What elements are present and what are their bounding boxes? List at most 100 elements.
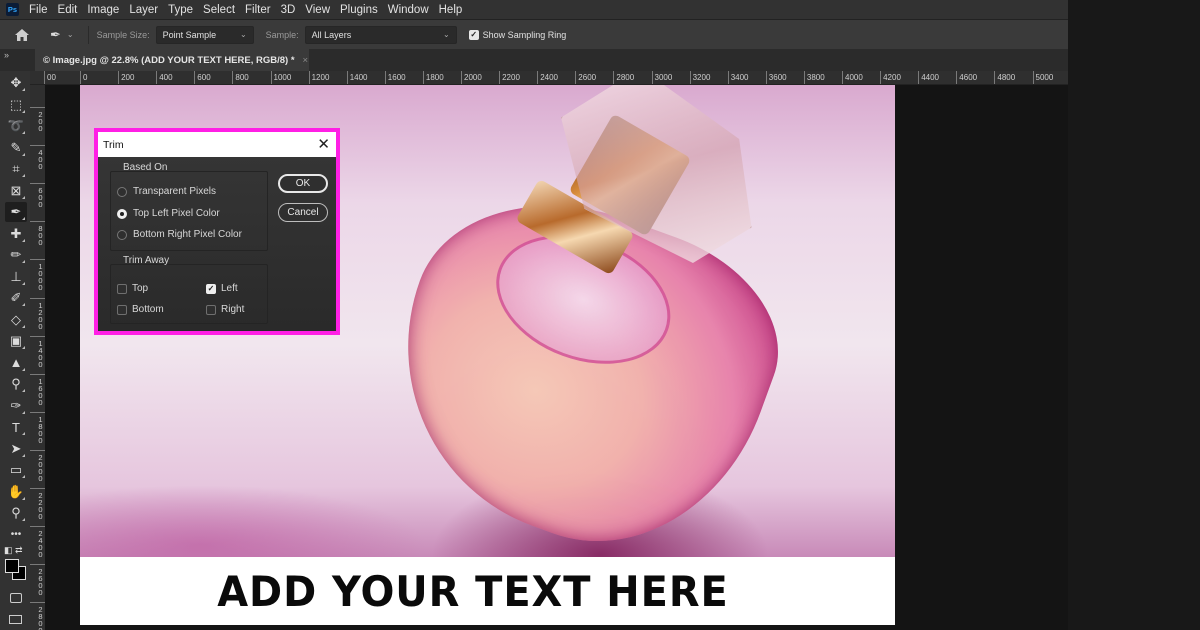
pen-icon: ✑ <box>10 397 22 413</box>
sample-label: Sample: <box>265 29 299 40</box>
ruler-tick-label: 0 <box>80 71 87 84</box>
trim-dialog-titlebar[interactable]: Trim ✕ <box>98 132 336 157</box>
eyedropper-icon: ✒ <box>10 204 22 219</box>
based-on-label: Based On <box>123 162 168 173</box>
radio-button[interactable] <box>117 186 127 197</box>
brush-tool-button[interactable]: ✏ <box>5 245 27 265</box>
move-tool-button[interactable]: ✥ <box>5 73 27 93</box>
ruler-tick-label: 4600 <box>956 71 977 84</box>
healing-brush-tool-button[interactable]: ✚ <box>5 224 27 244</box>
checkbox-right[interactable]: Right <box>206 304 244 315</box>
menu-layer[interactable]: Layer <box>129 4 158 16</box>
dodge-tool-button[interactable]: ⚲ <box>5 374 27 394</box>
eyedropper-icon[interactable]: ✒ <box>50 27 61 43</box>
menu-file[interactable]: File <box>29 4 48 16</box>
menu-help[interactable]: Help <box>439 4 463 16</box>
menu-type[interactable]: Type <box>168 4 193 16</box>
edit-toolbar-button[interactable]: ••• <box>5 525 27 545</box>
lasso-icon: ➰ <box>7 118 25 133</box>
ruler-tick-label: 2200 <box>499 71 520 84</box>
ruler-tick-label: 5000 <box>1032 71 1053 84</box>
caption-text: ADD YOUR TEXT HERE <box>217 566 729 616</box>
menu-edit[interactable]: Edit <box>58 4 78 16</box>
checkbox[interactable] <box>117 283 127 294</box>
sample-size-select[interactable]: Point Sample ⌄ <box>155 25 254 44</box>
ruler-tick-label: 1600 <box>30 373 45 405</box>
checkbox-label: Right <box>221 304 245 315</box>
type-tool-button[interactable]: T <box>5 417 27 437</box>
eraser-tool-button[interactable]: ◇ <box>5 310 27 330</box>
swap-colors-icon[interactable]: ◧ ⇄ <box>4 545 28 555</box>
hand-tool-button[interactable]: ✋ <box>5 482 27 502</box>
ruler-tick-label: 2000 <box>461 71 482 84</box>
healing-brush-icon: ✚ <box>10 225 22 241</box>
vertical-ruler[interactable]: 200 400 600 800 1000 1200 1400 1600 1800 2000 2200… <box>30 85 45 630</box>
ruler-tick-label: 4800 <box>994 71 1015 84</box>
document-tab[interactable]: © Image.jpg @ 22.8% (ADD YOUR TEXT HERE,… <box>35 49 309 71</box>
foreground-color-swatch[interactable] <box>5 559 19 573</box>
pen-tool-button[interactable]: ✑ <box>5 396 27 416</box>
sample-select[interactable]: All Layers ⌄ <box>304 25 457 44</box>
rectangle-tool-button[interactable]: ▭ <box>5 460 27 480</box>
eyedropper-tool-button[interactable]: ✒ <box>5 202 27 222</box>
checkbox[interactable] <box>117 304 127 315</box>
type-icon: T <box>12 419 20 435</box>
radio-label: Bottom Right Pixel Color <box>133 229 242 240</box>
ruler-tick-label: 800 <box>30 221 45 245</box>
menu-view[interactable]: View <box>305 4 330 16</box>
menu-bar: Ps File Edit Image Layer Type Select Fil… <box>0 0 1068 19</box>
screen-mode-icon[interactable] <box>9 615 22 624</box>
history-brush-tool-button[interactable]: ✐ <box>5 288 27 308</box>
photoshop-logo-icon: Ps <box>6 3 19 16</box>
crop-tool-button[interactable]: ⌗ <box>5 159 27 179</box>
menu-select[interactable]: Select <box>203 4 235 16</box>
radio-bottom-right-pixel-color[interactable]: Bottom Right Pixel Color <box>117 229 242 240</box>
checkmark-icon: ✓ <box>468 29 479 40</box>
move-icon: ✥ <box>10 75 22 90</box>
radio-button-selected[interactable] <box>117 208 127 219</box>
lasso-tool-button[interactable]: ➰ <box>5 116 27 136</box>
blur-tool-button[interactable]: ▲ <box>5 353 27 373</box>
quick-mask-icon[interactable] <box>10 593 22 603</box>
checkbox-checked[interactable]: ✓ <box>206 283 216 294</box>
menu-image[interactable]: Image <box>87 4 119 16</box>
show-sampling-ring-checkbox[interactable]: ✓ Show Sampling Ring <box>468 29 566 40</box>
clone-stamp-tool-button[interactable]: ⊥ <box>5 267 27 287</box>
marquee-tool-button[interactable]: ⬚ <box>5 95 27 115</box>
ruler-tick-label: 3000 <box>651 71 672 84</box>
radio-button[interactable] <box>117 229 127 240</box>
checkbox-label: Left <box>221 283 238 294</box>
menu-3d[interactable]: 3D <box>281 4 296 16</box>
ruler-tick-label: 2000 <box>30 449 45 481</box>
tools-panel: ✥ ⬚ ➰ ✎ ⌗ ⊠ ✒ ✚ ✏ ⊥ ✐ ◇ ▣ ▲ ⚲ ✑ T ➤ ▭ ✋ ⚲ ••• ◧ ⇄ <box>0 71 30 630</box>
checkbox-top[interactable]: Top <box>117 283 148 294</box>
radio-transparent-pixels[interactable]: Transparent Pixels <box>117 186 216 197</box>
gradient-tool-button[interactable]: ▣ <box>5 331 27 351</box>
menu-filter[interactable]: Filter <box>245 4 271 16</box>
frame-tool-button[interactable]: ⊠ <box>5 181 27 201</box>
cancel-button[interactable]: Cancel <box>278 203 328 222</box>
options-separator <box>87 25 89 44</box>
ruler-tick-label: 2600 <box>575 71 596 84</box>
rectangle-icon: ▭ <box>9 462 23 477</box>
home-icon <box>15 28 29 41</box>
tool-preset-chevron-icon[interactable]: ⌄ <box>67 30 74 39</box>
close-icon[interactable]: × <box>303 55 309 66</box>
ok-button[interactable]: OK <box>278 174 328 193</box>
close-icon[interactable]: ✕ <box>317 137 330 152</box>
ruler-tick-label: 1000 <box>30 259 45 290</box>
checkbox-left[interactable]: ✓ Left <box>206 283 238 294</box>
ruler-tick-label: 4000 <box>842 71 863 84</box>
home-button[interactable] <box>14 28 30 42</box>
radio-top-left-pixel-color[interactable]: Top Left Pixel Color <box>117 208 220 219</box>
menu-window[interactable]: Window <box>388 4 429 16</box>
ruler-tick-label: 2800 <box>613 71 634 84</box>
checkbox[interactable] <box>206 304 216 315</box>
zoom-tool-button[interactable]: ⚲ <box>5 503 27 523</box>
checkbox-bottom[interactable]: Bottom <box>117 304 164 315</box>
toolbar-collapse-button[interactable]: » <box>0 49 30 71</box>
path-selection-tool-button[interactable]: ➤ <box>5 439 27 459</box>
horizontal-ruler[interactable]: 00 0 200 400 600 800 1000 1200 1400 1600 1800 2000 2… <box>30 71 1068 85</box>
quick-selection-tool-button[interactable]: ✎ <box>5 138 27 158</box>
menu-plugins[interactable]: Plugins <box>340 4 378 16</box>
